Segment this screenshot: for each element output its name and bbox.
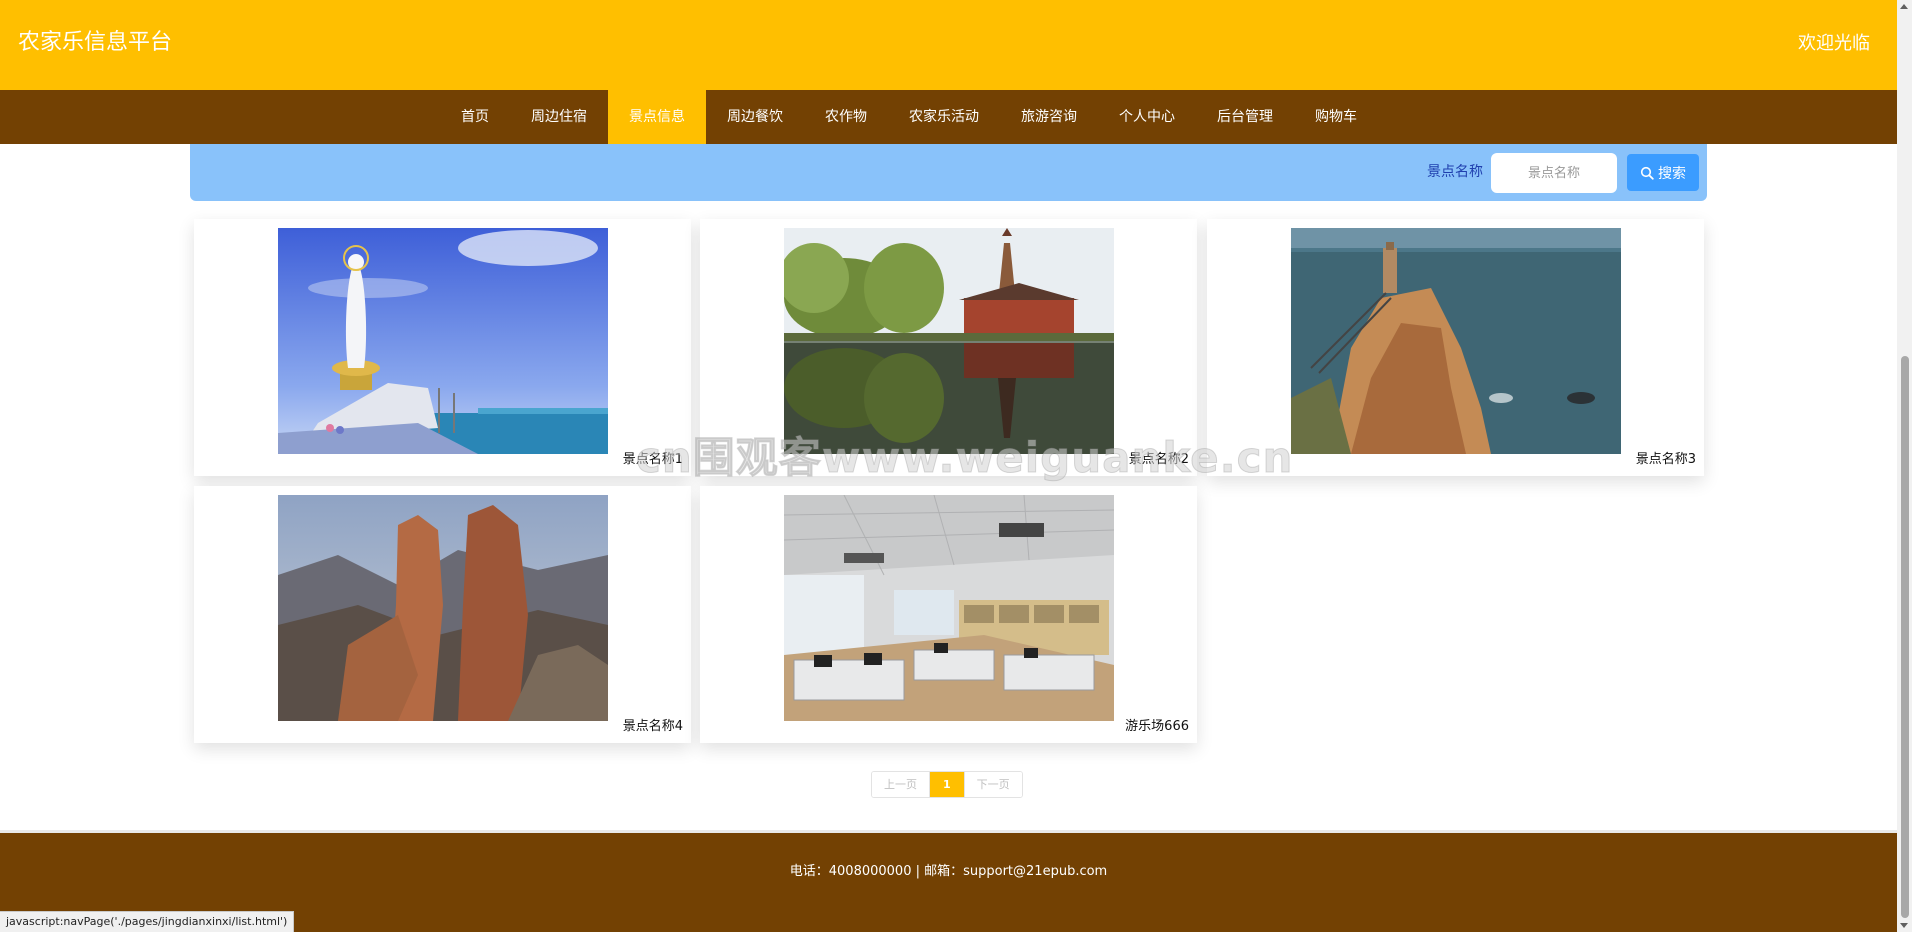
nav-item-activities[interactable]: 农家乐活动 — [888, 90, 1000, 144]
attraction-card-4[interactable]: 景点名称4 — [194, 486, 691, 743]
nav-item-travel-consult[interactable]: 旅游咨询 — [1000, 90, 1098, 144]
attraction-card-2[interactable]: 景点名称2 — [700, 219, 1197, 476]
scroll-down-arrow-icon[interactable] — [1900, 923, 1908, 928]
pagination: 上一页 1 下一页 — [871, 771, 1023, 798]
attraction-name: 景点名称4 — [622, 719, 683, 734]
attraction-card-1[interactable]: 景点名称1 — [194, 219, 691, 476]
footer-contact: 电话：4008000000 | 邮箱：support@21epub.com — [789, 864, 1108, 879]
nav-item-home[interactable]: 首页 — [440, 90, 510, 144]
nav-item-admin[interactable]: 后台管理 — [1196, 90, 1294, 144]
page: 农家乐信息平台 欢迎光临 首页 周边住宿 景点信息 周边餐饮 农作物 农家乐活动… — [0, 0, 1912, 932]
search-button[interactable]: 搜索 — [1627, 154, 1699, 191]
attraction-card-5[interactable]: 游乐场666 — [700, 486, 1197, 743]
nav-list: 首页 周边住宿 景点信息 周边餐饮 农作物 农家乐活动 旅游咨询 个人中心 后台… — [440, 90, 1378, 144]
attraction-name: 景点名称2 — [1128, 452, 1189, 467]
office-cubicles-image[interactable] — [784, 495, 1114, 721]
search-icon — [1640, 166, 1654, 180]
attraction-name: 游乐场666 — [1125, 719, 1189, 734]
search-label: 景点名称 — [1427, 164, 1483, 180]
nav-item-lodging[interactable]: 周边住宿 — [510, 90, 608, 144]
search-input[interactable] — [1491, 153, 1617, 193]
status-bar-url: javascript:navPage('./pages/jingdianxinx… — [0, 911, 295, 932]
nav-item-cart[interactable]: 购物车 — [1294, 90, 1378, 144]
rock-pillars-image[interactable] — [278, 495, 608, 721]
search-button-label: 搜索 — [1658, 165, 1686, 182]
main-nav: 首页 周边住宿 景点信息 周边餐饮 农作物 农家乐活动 旅游咨询 个人中心 后台… — [0, 90, 1897, 144]
sea-cliff-image[interactable] — [1291, 228, 1621, 454]
top-header: 农家乐信息平台 欢迎光临 — [0, 0, 1897, 90]
site-title[interactable]: 农家乐信息平台 — [18, 26, 172, 60]
vertical-scrollbar[interactable] — [1897, 0, 1912, 932]
attraction-card-3[interactable]: 景点名称3 — [1207, 219, 1704, 476]
prev-page-button[interactable]: 上一页 — [872, 772, 929, 797]
attraction-name: 景点名称3 — [1635, 452, 1696, 467]
nav-item-crops[interactable]: 农作物 — [804, 90, 888, 144]
scroll-up-arrow-icon[interactable] — [1900, 4, 1908, 9]
pagoda-reflection-image[interactable] — [784, 228, 1114, 454]
search-bar: 景点名称 搜索 — [190, 144, 1707, 201]
nav-item-attractions[interactable]: 景点信息 — [608, 90, 706, 144]
attraction-name: 景点名称1 — [622, 452, 683, 467]
guanyin-statue-image[interactable] — [278, 228, 608, 454]
scrollbar-thumb[interactable] — [1901, 356, 1909, 918]
welcome-text: 欢迎光临 — [1798, 33, 1870, 54]
page-number-current[interactable]: 1 — [929, 772, 964, 797]
next-page-button[interactable]: 下一页 — [963, 772, 1022, 797]
nav-item-dining[interactable]: 周边餐饮 — [706, 90, 804, 144]
nav-item-personal-center[interactable]: 个人中心 — [1098, 90, 1196, 144]
